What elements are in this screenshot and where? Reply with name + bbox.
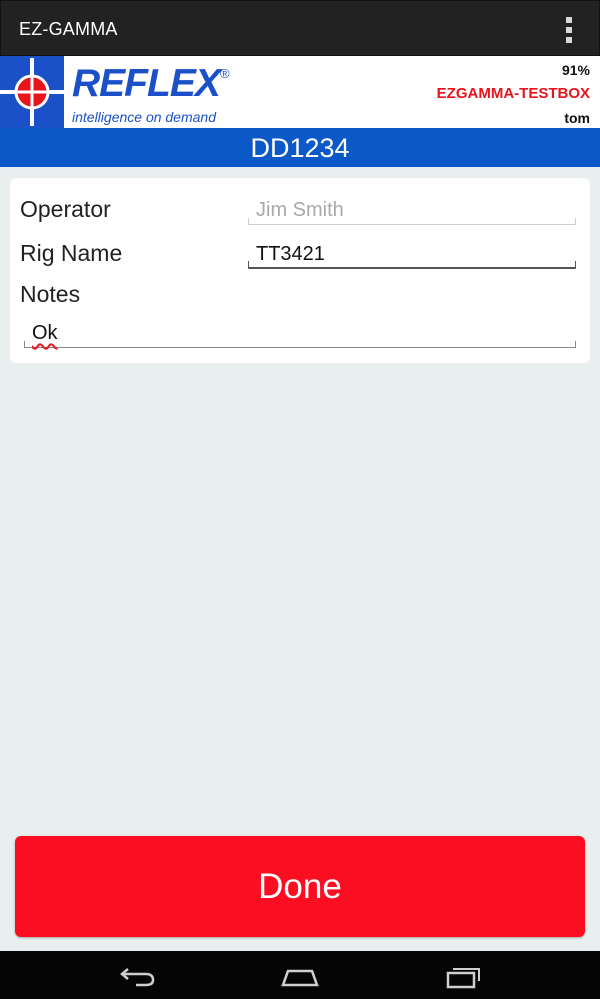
details-form: Operator Jim Smith Rig Name TT3421 Notes… <box>10 178 590 363</box>
reflex-logo: REFLEX ® intelligence on demand <box>0 56 240 128</box>
rig-name-field[interactable]: TT3421 <box>248 239 576 269</box>
operator-label: Operator <box>20 196 111 222</box>
operator-value: Jim Smith <box>256 199 344 221</box>
rig-name-value: TT3421 <box>256 243 325 265</box>
action-bar: EZ-GAMMA <box>0 0 600 56</box>
crosshair-logo-icon <box>0 56 64 128</box>
hole-id-bar: DD1234 <box>0 128 600 167</box>
header: REFLEX ® intelligence on demand 91% EZGA… <box>0 56 600 128</box>
rig-name-label: Rig Name <box>20 240 123 266</box>
notes-field[interactable]: Ok <box>24 318 576 348</box>
back-icon[interactable] <box>118 963 158 989</box>
notes-value: Ok <box>32 322 58 344</box>
notes-label: Notes <box>20 281 81 307</box>
system-nav-bar <box>0 951 600 999</box>
operator-field: Jim Smith <box>248 195 576 225</box>
overflow-menu-icon[interactable] <box>559 17 579 43</box>
app-title: EZ-GAMMA <box>19 19 118 39</box>
battery-level: 91% <box>561 62 590 78</box>
user-name: tom <box>564 110 590 126</box>
logo-wordmark: REFLEX <box>72 62 221 105</box>
device-name: EZGAMMA-TESTBOX <box>436 85 590 102</box>
recent-apps-icon[interactable] <box>444 963 484 989</box>
home-icon[interactable] <box>280 963 320 989</box>
done-button[interactable]: Done <box>15 836 585 937</box>
logo-registered-mark: ® <box>220 66 230 81</box>
logo-tagline: intelligence on demand <box>72 109 216 125</box>
